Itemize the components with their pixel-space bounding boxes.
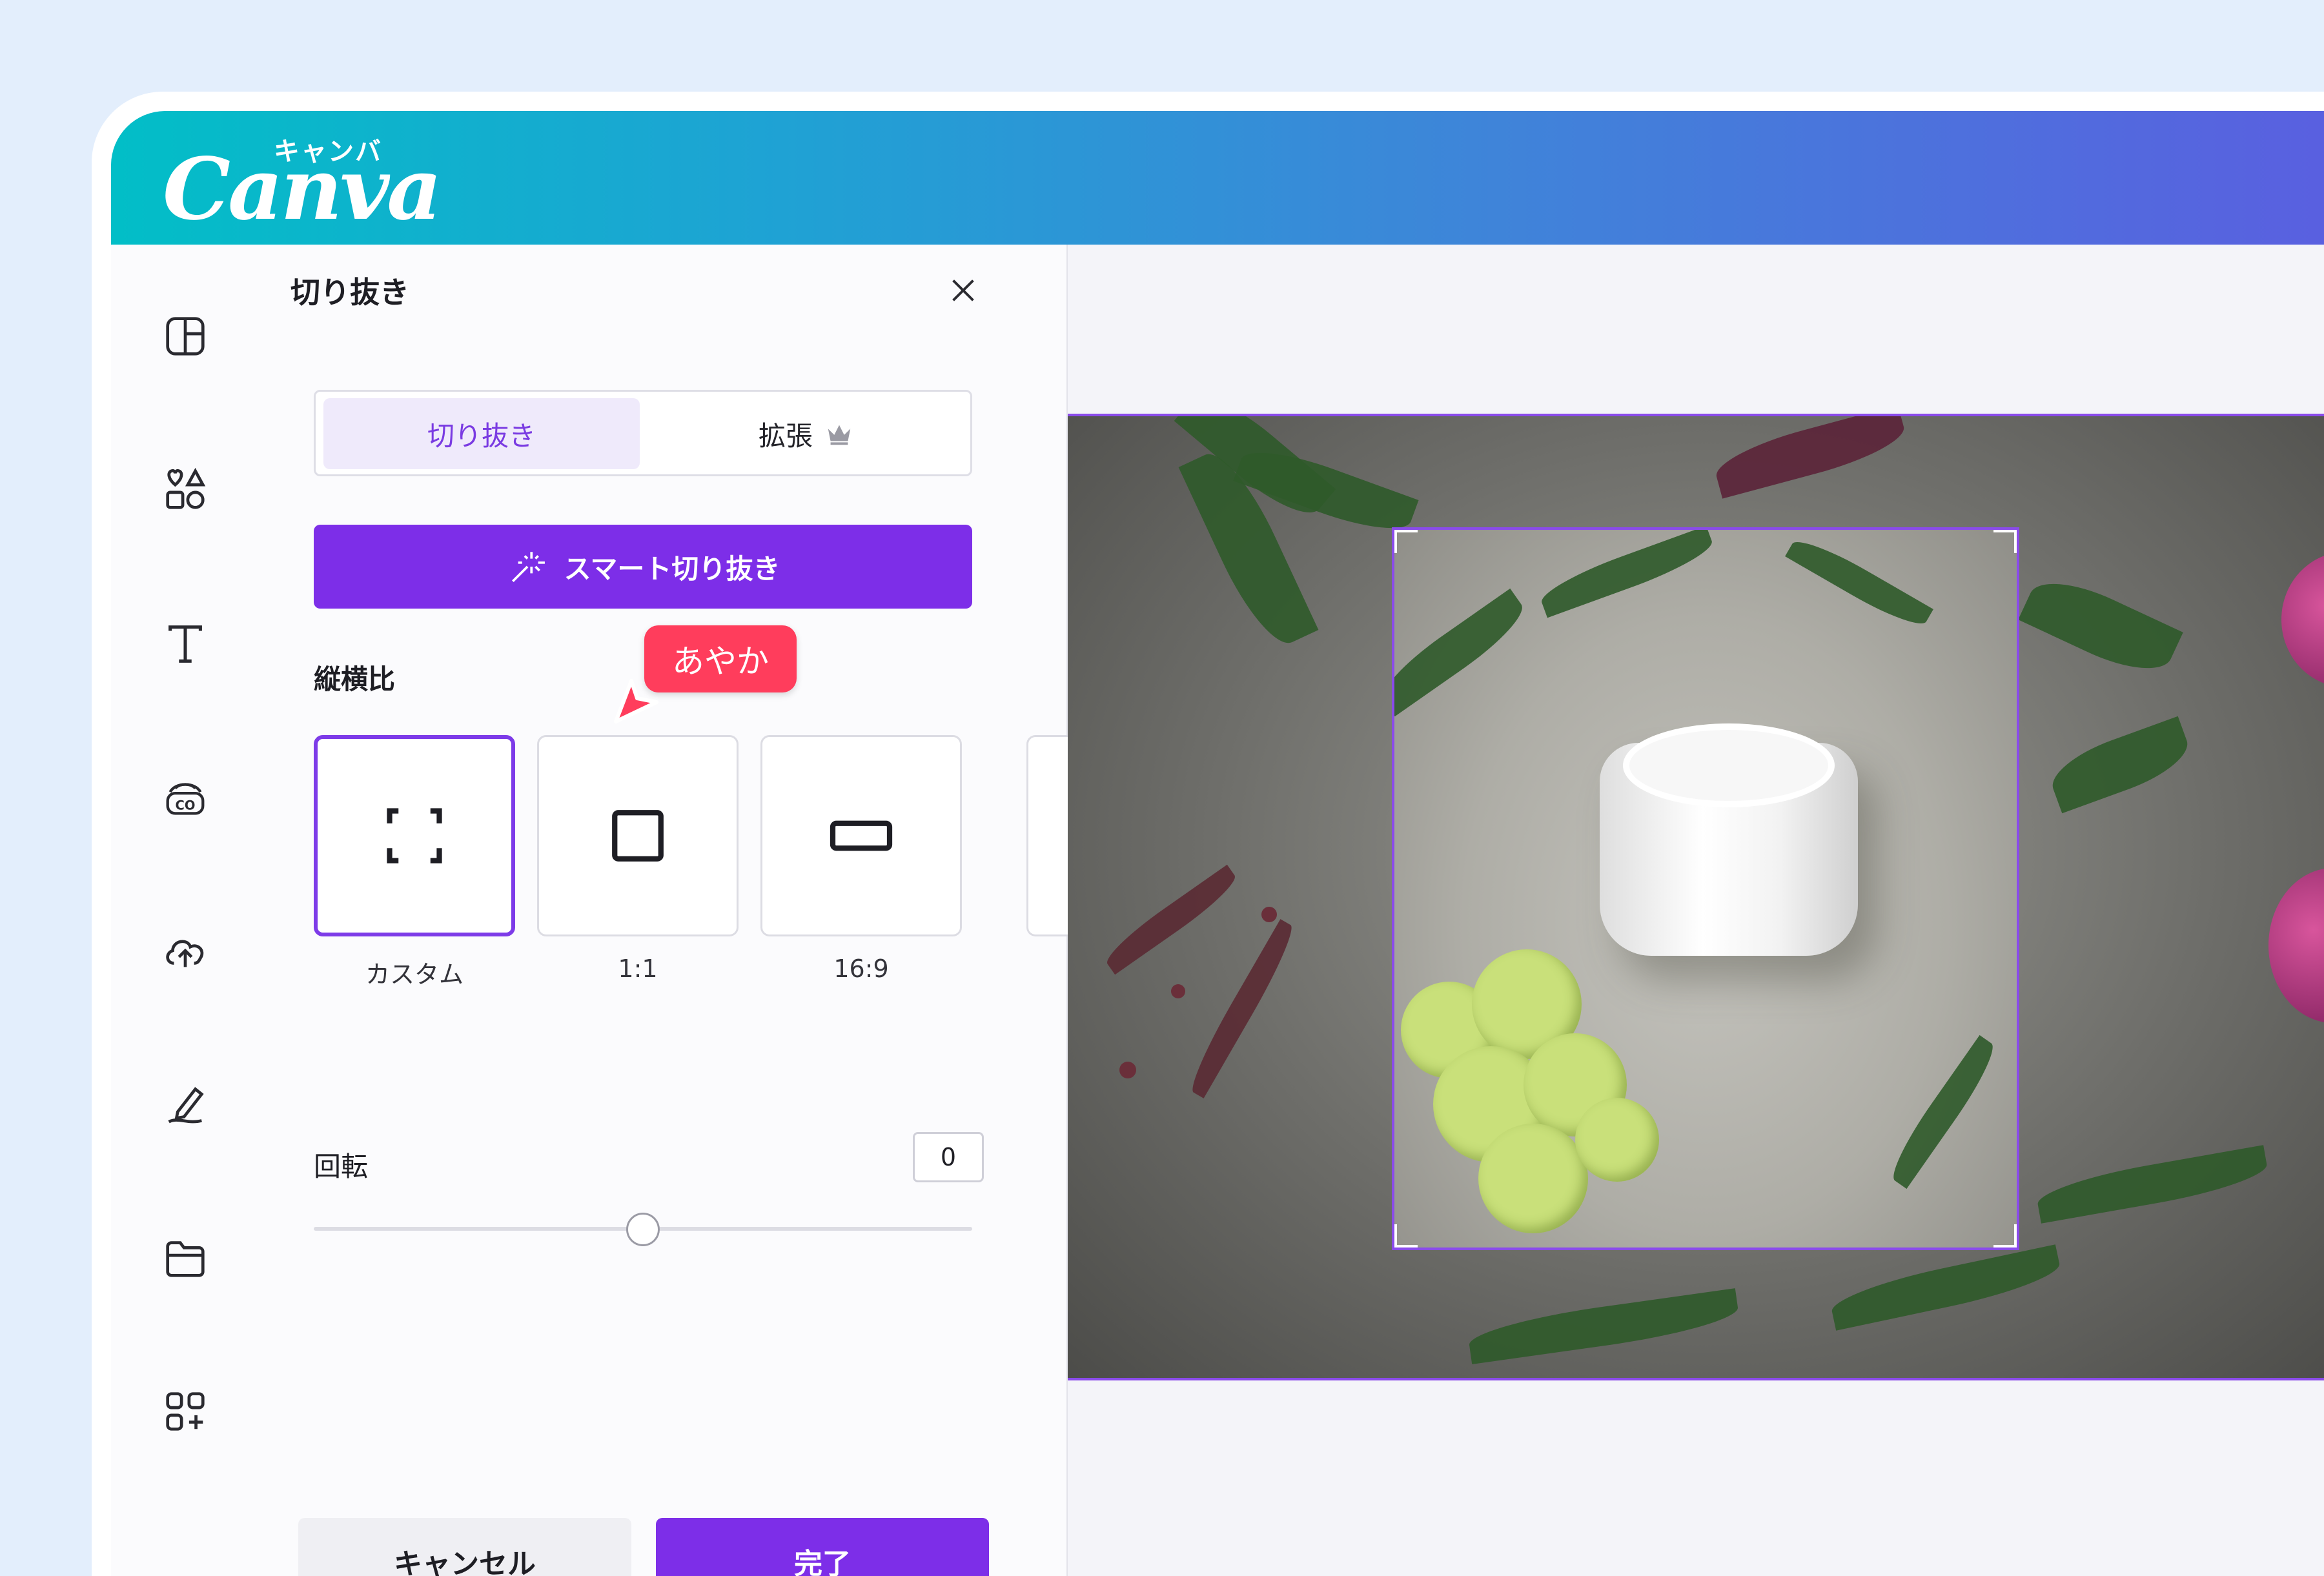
foliage xyxy=(1394,588,1533,717)
foliage xyxy=(1711,416,1910,499)
ratio-next-card[interactable] xyxy=(1026,735,1072,936)
tab-crop-label: 切り抜き xyxy=(427,419,536,452)
cream-jar-lid xyxy=(1623,723,1835,807)
ratio-custom-label: カスタム xyxy=(365,960,464,989)
rail-projects-button[interactable] xyxy=(147,1219,224,1297)
rail-uploads-button[interactable] xyxy=(147,912,224,989)
crown-icon xyxy=(828,425,851,445)
app-window: キャンバ Canva CO 切り抜き 切り抜き 拡張 スマート切り抜き 縦横比 … xyxy=(92,92,2324,1576)
foliage xyxy=(1828,1244,2064,1331)
tab-crop[interactable]: 切り抜き xyxy=(323,398,640,469)
crop-selection[interactable] xyxy=(1392,527,2019,1250)
square-ratio-icon xyxy=(612,810,664,862)
rail-elements-button[interactable] xyxy=(147,451,224,529)
cancel-button[interactable]: キャンセル xyxy=(298,1518,631,1576)
foliage xyxy=(1100,864,1242,975)
foliage xyxy=(1536,530,1718,618)
text-icon xyxy=(168,625,202,663)
svg-text:CO: CO xyxy=(176,798,196,813)
collaborator-name: あやか xyxy=(672,643,769,680)
custom-ratio-icon xyxy=(387,808,442,864)
foliage xyxy=(2034,1145,2270,1224)
flower xyxy=(1478,1124,1588,1233)
smart-crop-button[interactable]: スマート切り抜き xyxy=(314,525,972,609)
design-canvas[interactable] xyxy=(1068,245,2324,1576)
close-panel-button[interactable] xyxy=(941,268,986,313)
projects-icon xyxy=(166,1241,205,1277)
rail-text-button[interactable] xyxy=(147,605,224,682)
foliage xyxy=(1785,531,1933,634)
collaborator-cursor-icon xyxy=(614,679,658,723)
crop-panel: 切り抜き 切り抜き 拡張 スマート切り抜き 縦横比 カスタム 1:1 16:9 … xyxy=(260,245,1072,1576)
foliage xyxy=(1883,1035,2003,1189)
done-label: 完了 xyxy=(794,1548,851,1576)
brand-icon: CO xyxy=(166,783,205,815)
editor-body: CO 切り抜き 切り抜き 拡張 スマート切り抜き 縦横比 カスタム 1:1 16… xyxy=(111,245,2324,1576)
foliage xyxy=(1466,1288,1741,1364)
uploads-icon xyxy=(166,940,204,967)
rail-apps-button[interactable] xyxy=(147,1373,224,1450)
tool-rail: CO xyxy=(111,245,260,1576)
tab-expand-label: 拡張 xyxy=(758,419,813,452)
design-icon xyxy=(166,317,205,356)
rotation-input[interactable]: 0 xyxy=(913,1132,984,1182)
cream-jar xyxy=(1600,723,1858,956)
aspect-ratio-heading: 縦横比 xyxy=(314,663,396,695)
rotation-slider-thumb[interactable] xyxy=(626,1213,660,1246)
rotation-label: 回転 xyxy=(314,1151,369,1182)
red-onion xyxy=(2268,868,2324,1023)
ratio-16-9-button[interactable] xyxy=(760,735,962,936)
photo-element[interactable] xyxy=(1068,414,2324,1380)
brand-wordmark: Canva xyxy=(163,139,442,239)
crop-mode-tabs: 切り抜き 拡張 xyxy=(314,390,972,476)
collaborator-tag: あやか xyxy=(644,625,797,692)
rail-design-button[interactable] xyxy=(147,298,224,375)
berry xyxy=(1171,984,1185,998)
berry xyxy=(1119,1062,1136,1078)
elements-icon xyxy=(166,467,206,509)
crop-handle-bottom-right[interactable] xyxy=(1993,1224,2017,1248)
ratio-16-9-label: 16:9 xyxy=(833,955,889,983)
ratio-custom-button[interactable] xyxy=(314,735,515,936)
foliage xyxy=(2044,716,2196,814)
crop-handle-top-right[interactable] xyxy=(1993,530,2017,553)
smart-crop-label: スマート切り抜き xyxy=(564,552,780,585)
cancel-label: キャンセル xyxy=(394,1548,536,1576)
draw-icon xyxy=(168,1087,204,1124)
foliage xyxy=(2018,567,2183,685)
panel-title: 切り抜き xyxy=(290,275,409,310)
tab-expand[interactable]: 拡張 xyxy=(648,398,964,469)
ratio-1-1-label: 1:1 xyxy=(618,955,658,983)
header-bar: キャンバ Canva xyxy=(111,111,2324,245)
wide-ratio-icon xyxy=(830,820,893,851)
foliage xyxy=(1183,919,1301,1098)
rail-draw-button[interactable] xyxy=(147,1066,224,1143)
crop-handle-top-left[interactable] xyxy=(1394,530,1418,553)
done-button[interactable]: 完了 xyxy=(656,1518,989,1576)
crop-handle-bottom-left[interactable] xyxy=(1394,1224,1418,1248)
close-icon xyxy=(952,279,974,301)
apps-icon xyxy=(166,1392,205,1431)
red-onion xyxy=(2281,552,2324,687)
canva-logo[interactable]: キャンバ Canva xyxy=(163,114,442,236)
rail-brand-button[interactable]: CO xyxy=(147,758,224,836)
flower xyxy=(1575,1098,1659,1182)
ratio-1-1-button[interactable] xyxy=(537,735,739,936)
magic-wand-icon xyxy=(511,552,545,583)
berry xyxy=(1261,907,1277,922)
